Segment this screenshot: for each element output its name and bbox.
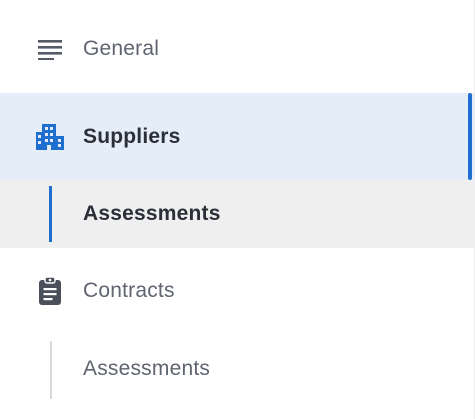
nav-item-contracts[interactable]: Contracts (0, 255, 475, 327)
nav-subitem-supplier-assessments[interactable]: Assessments (0, 180, 475, 248)
nav-item-label: Contracts (83, 279, 175, 302)
sub-active-indicator (49, 186, 52, 242)
nav-subitem-label: Assessments (83, 202, 221, 225)
nav-subitem-contract-assessments[interactable]: Assessments (0, 335, 475, 403)
nav-item-label: General (83, 37, 160, 60)
nav-item-suppliers[interactable]: Suppliers (0, 93, 475, 180)
clipboard-icon (35, 276, 65, 306)
active-indicator (468, 93, 472, 180)
list-lines-icon (35, 34, 65, 64)
nav-item-label: Suppliers (83, 124, 181, 148)
sidebar-nav: General Suppliers Assessments Contracts … (0, 0, 475, 419)
nav-subitem-label: Assessments (83, 357, 211, 380)
sub-indicator (50, 341, 52, 399)
nav-item-general[interactable]: General (0, 12, 475, 86)
building-icon (35, 122, 65, 152)
